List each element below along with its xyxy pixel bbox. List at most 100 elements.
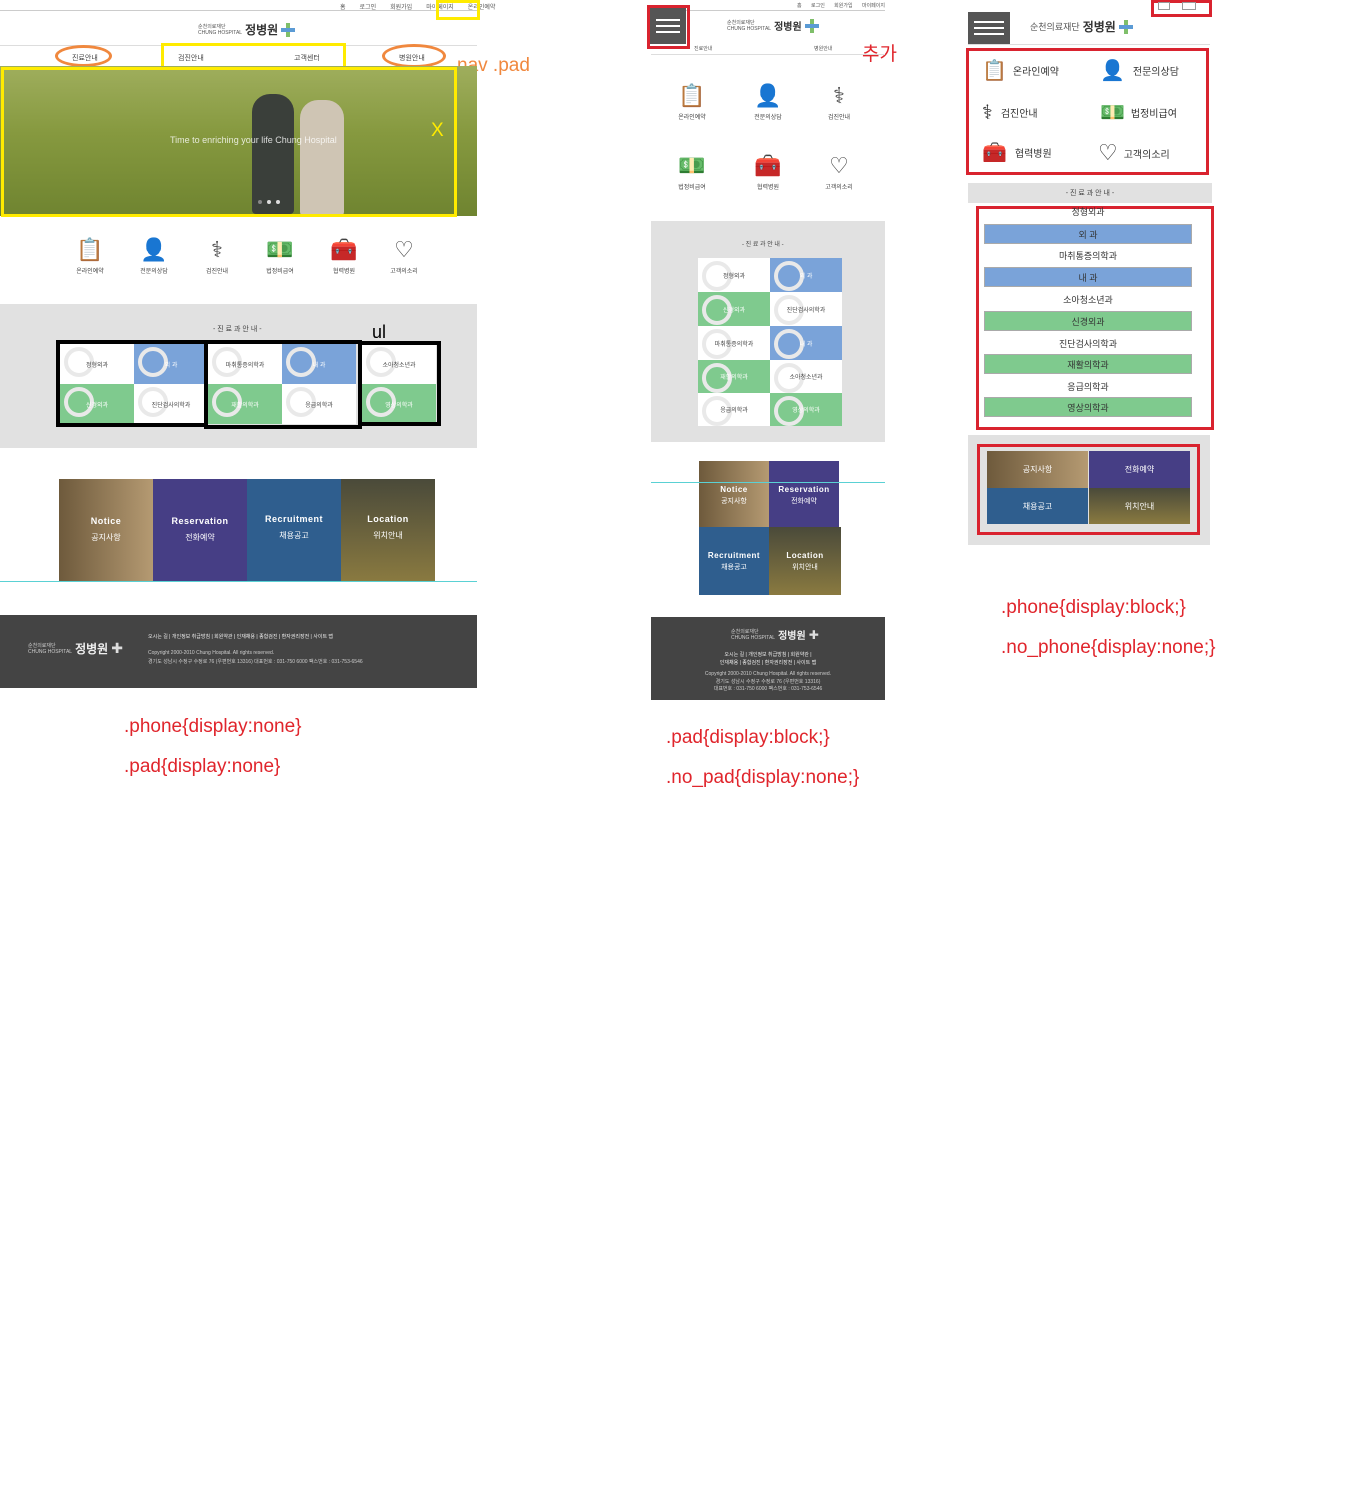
icon-label: 법정비급여: [678, 185, 706, 191]
footer: 순천의료재단 CHUNG HOSPITAL 정병원 ✚ 오시는 길 | 개인정보 …: [0, 615, 477, 688]
dept-cell[interactable]: 영상의학과: [770, 393, 842, 426]
dept-list-item[interactable]: 영상의학과: [984, 397, 1192, 417]
location-card[interactable]: Location 위치안내: [341, 479, 435, 582]
dept-cell[interactable]: 마취통증의학과: [698, 326, 770, 360]
icon-item[interactable]: 💵 법정비급여: [662, 150, 722, 191]
icon-label: 협력병원: [1014, 149, 1052, 160]
icon-item[interactable]: 📋 온라인예약: [60, 234, 120, 275]
notice-card[interactable]: Notice 공지사항: [59, 479, 153, 582]
footer-links[interactable]: 인재채용 | 종합검진 | 환자권리장전 | 사이트 맵: [651, 659, 885, 666]
dept-cell[interactable]: 진단검사의학과: [770, 292, 842, 326]
reservation-card[interactable]: Reservation 전화예약: [153, 479, 247, 582]
logo[interactable]: 순천의료재단 CHUNG HOSPITAL 정병원: [727, 18, 819, 33]
clipboard-icon: 📋: [982, 60, 1007, 82]
highlight-box: [358, 341, 441, 426]
address: 경기도 성남시 수정구 수정로 76 (우편번호 13316): [715, 679, 821, 685]
icon-label: 고객의소리: [825, 185, 853, 191]
icon-label: 고객의소리: [1123, 149, 1170, 161]
icon-label: 온라인예약: [76, 269, 104, 275]
cross-icon: [804, 18, 819, 33]
icon-label: 고객의소리: [390, 269, 418, 275]
link-home[interactable]: 홈: [340, 2, 346, 11]
icon-item[interactable]: ⚕ 검진안내: [187, 234, 247, 275]
dept-cell[interactable]: 재활의학과: [698, 360, 770, 393]
dept-list-item[interactable]: 진단검사의학과: [984, 333, 1192, 353]
annotation-ul: ul: [372, 322, 387, 342]
medkit-icon: 🧰: [330, 237, 358, 262]
footer-logo: 순천의료재단 CHUNG HOSPITAL 정병원 ✚: [28, 640, 123, 656]
hamburger-button[interactable]: [968, 12, 1010, 44]
dept-list-item[interactable]: 신경외과: [984, 311, 1192, 331]
dept-list-item[interactable]: 정형외과: [984, 204, 1192, 218]
icon-item[interactable]: 👤 전문의상담: [738, 80, 798, 121]
highlight-box: [647, 5, 690, 49]
annotation-css: .no_phone{display:none;}: [1001, 637, 1216, 658]
notice-card[interactable]: Notice 공지사항: [699, 461, 769, 527]
recruitment-card[interactable]: Recruitment 채용공고: [699, 527, 769, 595]
icon-item[interactable]: 📋 온라인예약: [982, 58, 1059, 83]
icon-label: 법정비급여: [1130, 109, 1177, 120]
logo-sub-en: CHUNG HOSPITAL: [198, 29, 243, 36]
heart-icon: ♡: [394, 237, 414, 262]
icon-item[interactable]: 🧰 협력병원: [738, 150, 798, 191]
medkit-icon: 🧰: [754, 153, 782, 178]
dept-cell[interactable]: 신경외과: [698, 292, 770, 326]
dept-list-item[interactable]: 마취통증의학과: [984, 245, 1192, 265]
link-join[interactable]: 회원가입: [390, 2, 412, 11]
highlight-box: [1, 67, 457, 217]
login-icon[interactable]: [1158, 2, 1170, 10]
dept-list-item[interactable]: 내 과: [984, 267, 1192, 287]
copyright: Copyright 2000-2010 Chung Hospital. All …: [704, 671, 832, 677]
logo-name: 정병원: [245, 23, 279, 37]
recruitment-card[interactable]: Recruitment 채용공고: [247, 479, 341, 582]
dept-list-item[interactable]: 외 과: [984, 224, 1192, 244]
annotation-ellipse: [382, 44, 446, 68]
icon-label: 협력병원: [756, 185, 780, 191]
location-card[interactable]: Location 위치안내: [769, 527, 841, 595]
logo[interactable]: 순천의료재단 CHUNG HOSPITAL 정병원: [198, 21, 296, 38]
clipboard-icon: 📋: [76, 237, 104, 262]
icon-item[interactable]: ⚕ 검진안내: [809, 80, 869, 121]
dept-cell[interactable]: 정형외과: [698, 258, 770, 292]
annotation-css: .no_pad{display:none;}: [666, 767, 860, 788]
dept-cell[interactable]: 외 과: [770, 258, 842, 292]
dept-list-item[interactable]: 응급의학과: [984, 376, 1192, 396]
guide-line: [651, 482, 885, 483]
join-icon[interactable]: [1182, 2, 1196, 10]
dept-title: - 진 료 과 안 내 -: [968, 183, 1212, 203]
money-icon: 💵: [1100, 102, 1125, 124]
icon-item[interactable]: 💵 법정비급여: [250, 234, 310, 275]
copyright: Copyright 2000-2010 Chung Hospital. All …: [148, 650, 275, 656]
dept-list-item[interactable]: 재활의학과: [984, 354, 1192, 374]
logo[interactable]: 순천의료재단 정병원: [1030, 18, 1133, 35]
annotation-ellipse: [55, 45, 112, 67]
top-links[interactable]: 홈 로그인 회원가입 마이페이지: [797, 2, 885, 9]
icon-item[interactable]: ♡ 고객의소리: [1098, 140, 1170, 166]
icon-item[interactable]: 🧰 협력병원: [982, 140, 1052, 165]
icon-item[interactable]: ♡ 고객의소리: [374, 234, 434, 275]
money-icon: 💵: [266, 237, 294, 262]
icon-label: 온라인예약: [1012, 67, 1059, 78]
icon-item[interactable]: ♡ 고객의소리: [809, 150, 869, 191]
dept-cell[interactable]: 응급의학과: [698, 393, 770, 426]
reservation-card[interactable]: Reservation 전화예약: [769, 461, 839, 527]
icon-item[interactable]: 🧰 협력병원: [314, 234, 374, 275]
icon-item[interactable]: ⚕ 검진안내: [982, 100, 1038, 125]
nav-item[interactable]: 병원안내: [814, 45, 832, 52]
icon-item[interactable]: 💵 법정비급여: [1100, 100, 1177, 125]
dept-cell[interactable]: 내 과: [770, 326, 842, 360]
highlight-box: [436, 0, 480, 20]
nav-item[interactable]: 진료안내: [694, 45, 712, 52]
annotation-css: .phone{display:none}: [124, 716, 302, 737]
footer-links[interactable]: 오시는 길 | 개인정보 취급방침 | 회원약관 |: [651, 651, 885, 658]
dept-list-item[interactable]: 소아청소년과: [984, 289, 1192, 309]
logo-name: 정병원: [1082, 20, 1116, 34]
dept-cell[interactable]: 소아청소년과: [770, 360, 842, 393]
annotation-x: X: [431, 120, 444, 141]
footer-links[interactable]: 오시는 길 | 개인정보 취급방침 | 회원약관 | 인재채용 | 종합검진 |…: [148, 633, 333, 640]
icon-item[interactable]: 📋 온라인예약: [662, 80, 722, 121]
icon-item[interactable]: 👤 전문의상담: [124, 234, 184, 275]
icon-item[interactable]: 👤 전문의상담: [1100, 58, 1179, 83]
link-login[interactable]: 로그인: [360, 2, 377, 11]
doctor-icon: 👤: [140, 237, 168, 262]
